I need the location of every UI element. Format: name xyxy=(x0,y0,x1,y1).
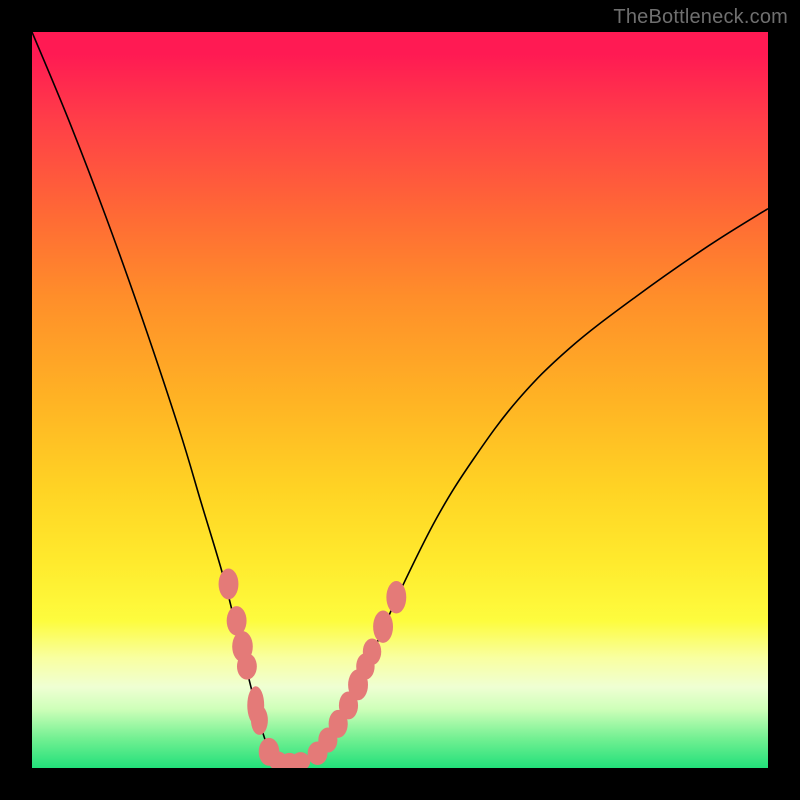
plot-area xyxy=(32,32,768,768)
marker-dot xyxy=(373,611,393,643)
marker-dot xyxy=(237,653,257,680)
highlight-markers xyxy=(219,569,407,768)
curve-svg xyxy=(32,32,768,768)
marker-dot xyxy=(386,581,406,613)
marker-dot xyxy=(219,569,239,600)
marker-dot xyxy=(227,606,247,635)
bottleneck-curve-line xyxy=(32,32,768,761)
marker-dot xyxy=(251,705,268,734)
marker-dot xyxy=(363,638,381,665)
watermark-text: TheBottleneck.com xyxy=(613,6,788,29)
chart-frame: TheBottleneck.com xyxy=(0,0,800,800)
